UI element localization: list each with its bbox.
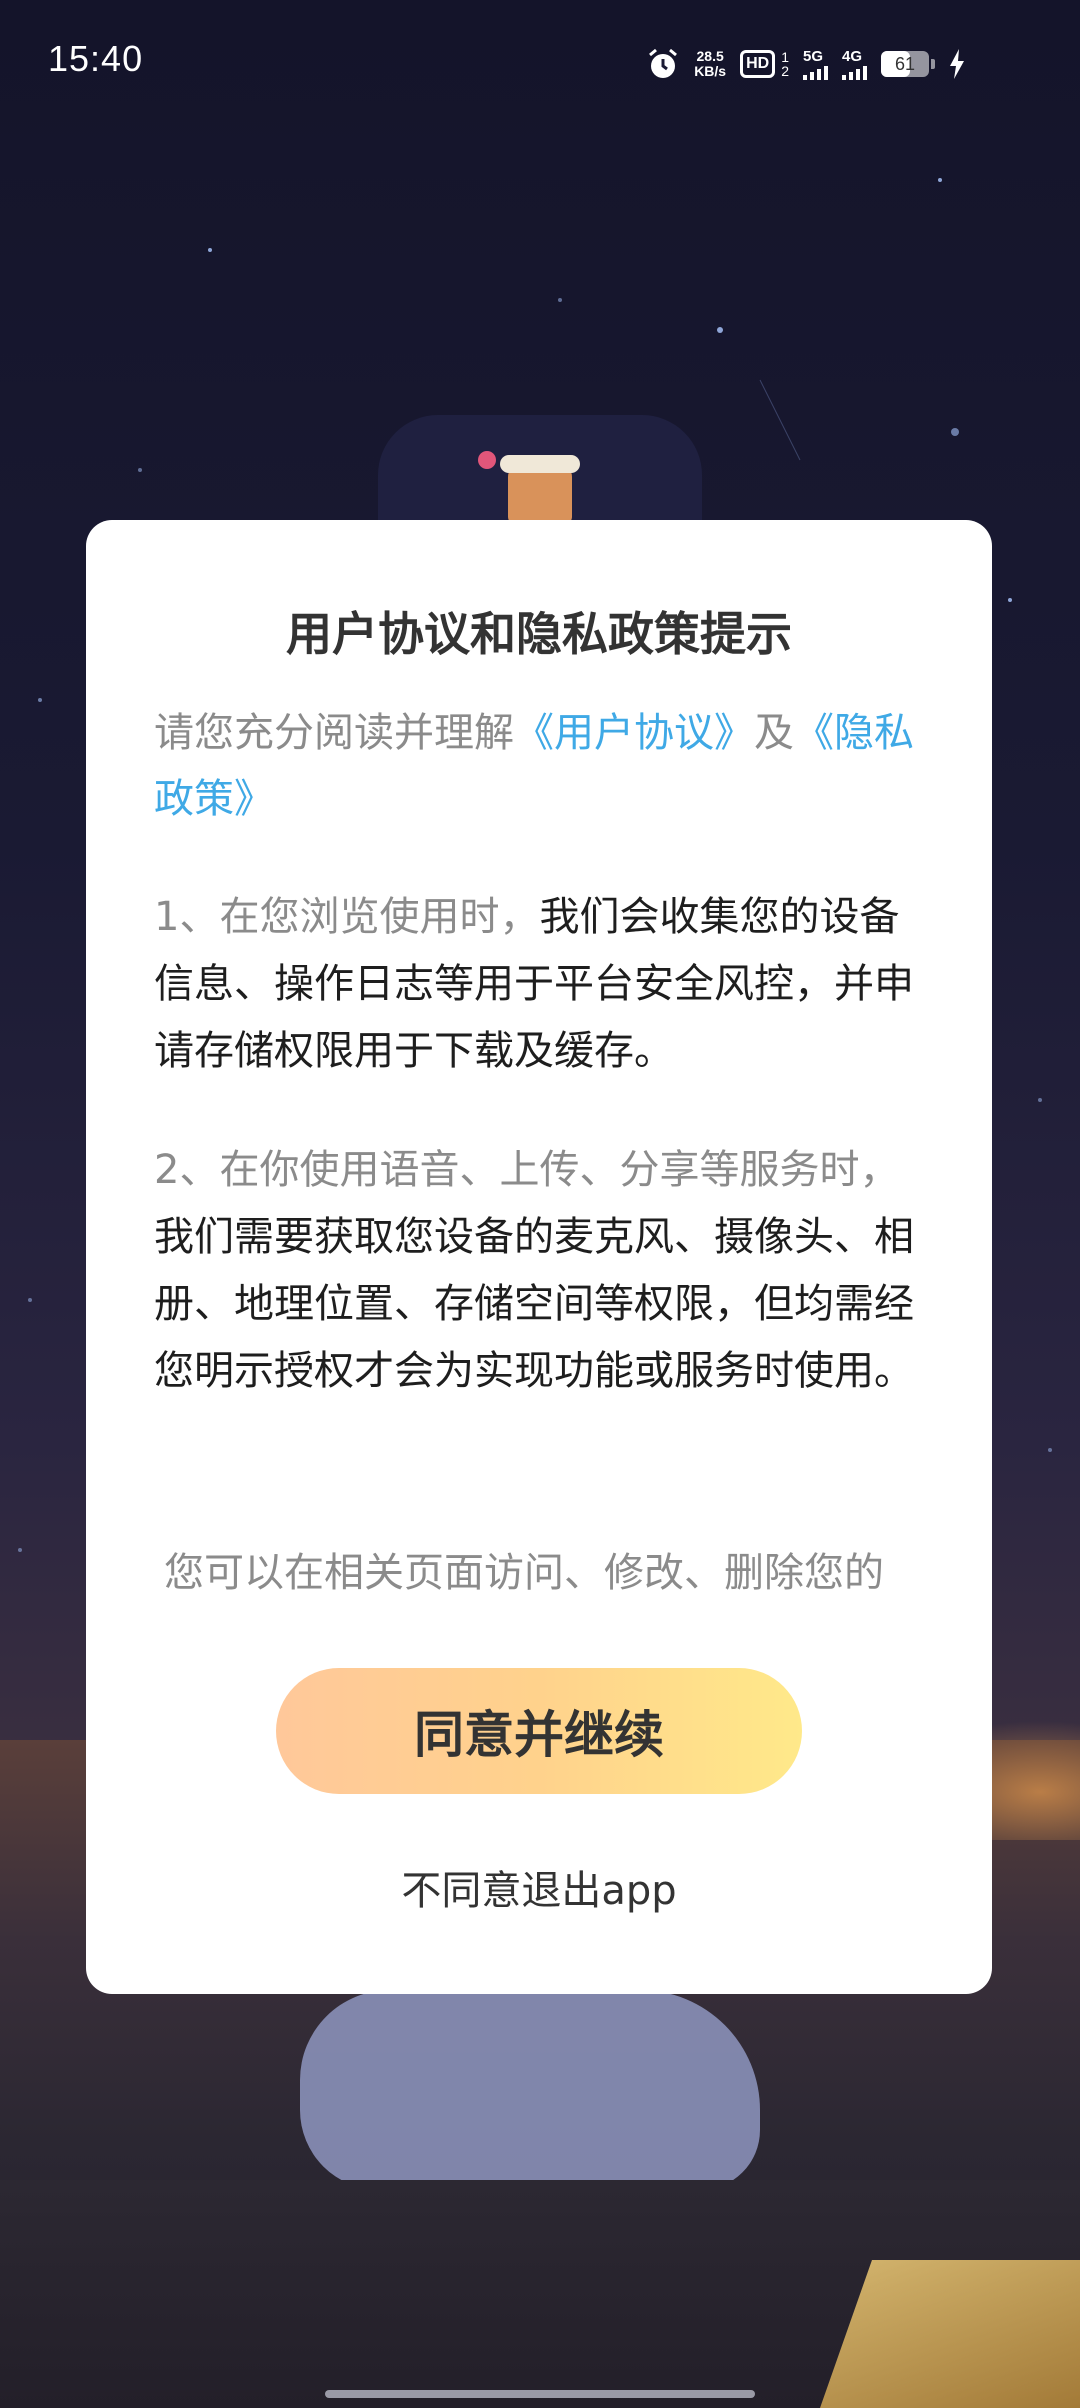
sim-bottom: 2 <box>781 63 789 79</box>
hd-icon: HD <box>740 50 776 78</box>
privacy-dialog: 用户协议和隐私政策提示 请您充分阅读并理解《用户协议》及《隐私政策》 1、在您浏… <box>86 520 992 1994</box>
disagree-exit-link[interactable]: 不同意退出app <box>86 1858 992 1916</box>
status-bar: 15:40 28.5 KB/s HD 1 2 5G 4G 61 <box>0 0 1080 128</box>
charging-icon <box>950 49 964 79</box>
intro-text: 请您充分阅读并理解《用户协议》及《隐私政策》 <box>154 700 924 832</box>
paragraph-2-body: 我们需要获取您设备的麦克风、摄像头、相册、地理位置、存储空间等权限，但均需经您明… <box>154 1214 914 1394</box>
alarm-icon <box>649 48 678 78</box>
sim-indicator: 1 2 <box>781 50 789 78</box>
dialog-body: 请您充分阅读并理解《用户协议》及《隐私政策》 1、在您浏览使用时，我们会收集您的… <box>154 700 924 1394</box>
battery-tip <box>931 59 935 69</box>
status-time: 15:40 <box>48 38 144 79</box>
intro-conjunction: 及 <box>754 710 794 756</box>
signal-icon <box>842 64 867 80</box>
network-speed-unit: KB/s <box>694 63 727 79</box>
paragraph-1-lead: 1、在您浏览使用时， <box>154 894 540 940</box>
signal-4g-label: 4G <box>842 47 863 65</box>
rose-icon <box>478 451 496 469</box>
battery-icon: 61 <box>881 51 929 77</box>
paragraph-1: 1、在您浏览使用时，我们会收集您的设备信息、操作日志等用于平台安全风控，并申请存… <box>154 884 924 1085</box>
network-speed-value: 28.5 <box>696 48 724 64</box>
network-speed: 28.5 KB/s <box>694 49 726 79</box>
battery-level: 61 <box>894 53 916 74</box>
signal-5g-label: 5G <box>803 47 824 65</box>
bottle-rim-icon <box>500 455 580 473</box>
agree-and-continue-button[interactable]: 同意并继续 <box>276 1668 802 1794</box>
signal-5g: 5G <box>803 49 828 80</box>
signal-icon <box>803 64 828 80</box>
status-icons: 28.5 KB/s HD 1 2 5G 4G 61 <box>646 40 965 88</box>
paragraph-3-partial: 您可以在相关页面访问、修改、删除您的 <box>164 1550 884 1596</box>
signal-4g: 4G <box>842 49 867 80</box>
paragraph-2-lead: 2、在你使用语音、上传、分享等服务时， <box>154 1147 900 1193</box>
intro-prefix: 请您充分阅读并理解 <box>154 710 514 756</box>
user-agreement-link[interactable]: 《用户协议》 <box>514 710 754 756</box>
background-character <box>300 1990 760 2190</box>
paragraph-2: 2、在你使用语音、上传、分享等服务时， 我们需要获取您设备的麦克风、摄像头、相册、… <box>154 1137 924 1405</box>
dialog-title: 用户协议和隐私政策提示 <box>286 607 792 661</box>
home-indicator[interactable] <box>325 2390 755 2398</box>
sim-top: 1 <box>781 49 789 65</box>
